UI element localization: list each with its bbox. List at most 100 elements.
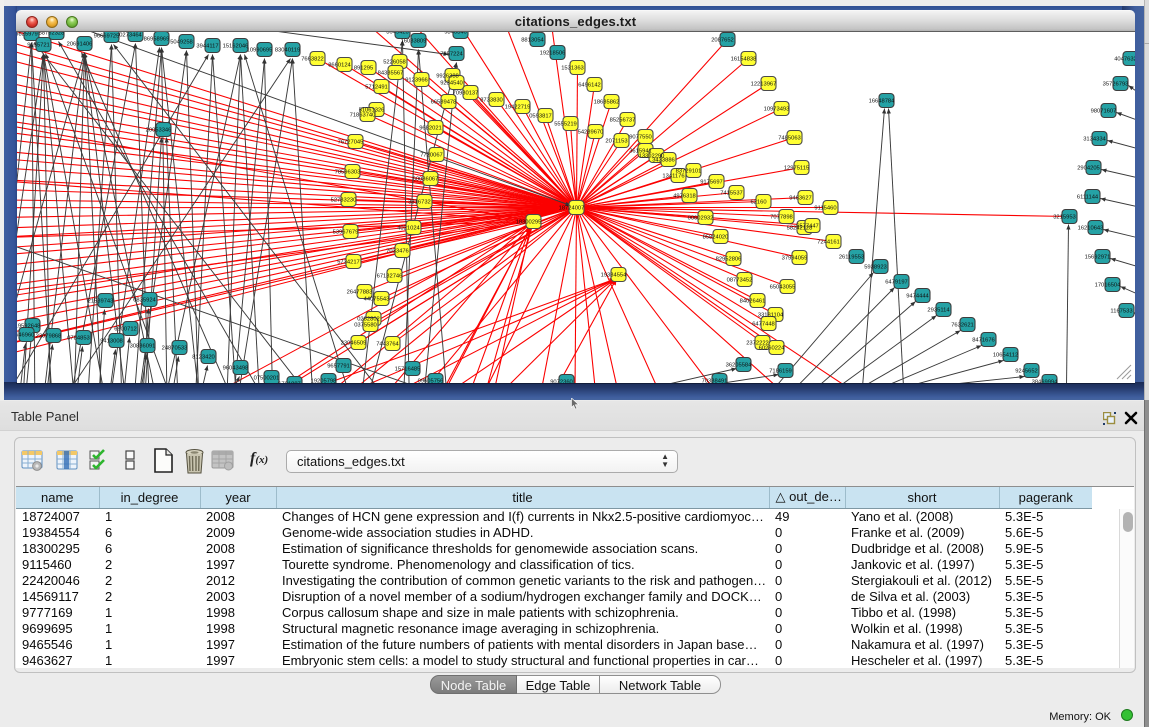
svg-text:19205798: 19205798 xyxy=(310,378,336,382)
svg-text:35726793: 35726793 xyxy=(1102,81,1128,87)
svg-text:8660124: 8660124 xyxy=(328,62,351,68)
svg-text:18724007: 18724007 xyxy=(558,205,584,211)
svg-text:23079868: 23079868 xyxy=(35,333,61,339)
svg-text:8813054: 8813054 xyxy=(521,37,544,43)
svg-text:10973493: 10973493 xyxy=(763,106,789,112)
svg-text:26477883: 26477883 xyxy=(346,289,372,295)
svg-text:0835924: 0835924 xyxy=(133,297,156,303)
svg-text:5734217: 5734217 xyxy=(337,259,360,265)
svg-text:53967679: 53967679 xyxy=(332,229,358,235)
svg-text:9657791: 9657791 xyxy=(327,363,350,369)
svg-text:09605756: 09605756 xyxy=(417,378,443,382)
svg-text:0273464: 0273464 xyxy=(119,32,142,38)
svg-text:4976318: 4976318 xyxy=(673,193,696,199)
svg-text:15716485: 15716485 xyxy=(394,366,420,372)
svg-text:6900712: 6900712 xyxy=(114,326,137,332)
svg-text:2904205: 2904205 xyxy=(1077,165,1100,171)
svg-text:67132746: 67132746 xyxy=(376,273,402,279)
svg-text:7485063: 7485063 xyxy=(778,135,801,141)
svg-text:9123966: 9123966 xyxy=(405,77,428,83)
svg-text:36205584: 36205584 xyxy=(725,362,752,368)
svg-text:19422719: 19422719 xyxy=(504,104,530,110)
svg-text:2087652: 2087652 xyxy=(711,37,734,43)
svg-text:20691406: 20691406 xyxy=(66,41,92,47)
svg-text:24870533: 24870533 xyxy=(161,345,187,351)
svg-text:26119553: 26119553 xyxy=(838,254,863,260)
svg-text:1167533: 1167533 xyxy=(1110,308,1132,314)
svg-text:76727045: 76727045 xyxy=(337,139,363,145)
svg-text:4047632: 4047632 xyxy=(1114,56,1135,62)
svg-text:33181104: 33181104 xyxy=(757,312,783,318)
svg-text:9846346: 9846346 xyxy=(444,32,467,36)
svg-text:38469994: 38469994 xyxy=(1031,379,1058,382)
svg-text:2071153: 2071153 xyxy=(605,138,627,144)
svg-text:84026461: 84026461 xyxy=(739,298,765,304)
svg-text:9926388: 9926388 xyxy=(436,73,459,79)
svg-text:8733830: 8733830 xyxy=(480,97,503,103)
svg-text:9175697: 9175697 xyxy=(700,179,723,185)
svg-text:7033476: 7033476 xyxy=(386,248,409,254)
svg-text:98071607: 98071607 xyxy=(1090,108,1116,114)
svg-text:6479197: 6479197 xyxy=(885,279,908,285)
svg-text:8471676: 8471676 xyxy=(972,337,995,343)
svg-text:5712491: 5712491 xyxy=(365,84,388,90)
svg-text:16154838: 16154838 xyxy=(730,56,756,62)
svg-text:9072360: 9072360 xyxy=(550,379,573,382)
svg-text:16033809: 16033809 xyxy=(400,38,426,44)
svg-text:3433886: 3433886 xyxy=(652,157,675,163)
svg-text:7632621: 7632621 xyxy=(951,322,974,328)
svg-text:0593817: 0593817 xyxy=(529,113,552,119)
svg-text:96669725: 96669725 xyxy=(93,33,119,39)
svg-text:08773452: 08773452 xyxy=(726,277,752,283)
svg-text:85256737: 85256737 xyxy=(609,117,635,123)
svg-text:9234540: 9234540 xyxy=(440,80,463,86)
svg-text:18300295: 18300295 xyxy=(515,219,541,225)
svg-text:9245652: 9245652 xyxy=(1015,368,1038,374)
svg-text:7443764: 7443764 xyxy=(376,341,399,347)
svg-text:19384554: 19384554 xyxy=(600,272,627,278)
svg-text:7720067: 7720067 xyxy=(420,152,443,158)
svg-text:23046509: 23046509 xyxy=(340,340,366,346)
svg-text:65043055: 65043055 xyxy=(769,284,795,290)
svg-text:96043498: 96043498 xyxy=(222,365,248,371)
svg-text:15162046: 15162046 xyxy=(222,43,248,49)
svg-text:891295: 891295 xyxy=(353,65,372,71)
svg-text:78596303: 78596303 xyxy=(334,169,360,175)
svg-text:19592648: 19592648 xyxy=(17,323,40,329)
svg-text:71863740: 71863740 xyxy=(349,112,375,118)
svg-text:5226058: 5226058 xyxy=(383,59,406,65)
svg-text:9474444: 9474444 xyxy=(906,293,929,299)
svg-text:4021024: 4021024 xyxy=(397,225,420,231)
svg-text:17016504: 17016504 xyxy=(1094,282,1121,288)
svg-text:21539743: 21539743 xyxy=(87,298,113,304)
svg-text:86958969: 86958969 xyxy=(143,36,169,42)
svg-text:9463627: 9463627 xyxy=(789,195,812,201)
svg-text:70338491: 70338491 xyxy=(701,378,727,382)
svg-text:3944117: 3944117 xyxy=(196,43,218,49)
svg-text:82952806: 82952806 xyxy=(715,256,741,262)
svg-text:9077550: 9077550 xyxy=(629,134,652,140)
svg-text:84385567: 84385567 xyxy=(377,70,403,76)
svg-text:66589478: 66589478 xyxy=(430,99,456,105)
svg-text:9055721: 9055721 xyxy=(27,42,50,48)
svg-text:37994059: 37994059 xyxy=(781,255,807,261)
svg-text:3316732: 3316732 xyxy=(408,199,431,205)
svg-text:3649420: 3649420 xyxy=(386,32,409,36)
svg-text:7663822: 7663822 xyxy=(301,56,324,62)
svg-text:8123420: 8123420 xyxy=(192,354,215,360)
svg-text:7244161: 7244161 xyxy=(817,239,840,245)
svg-text:5049258: 5049258 xyxy=(170,39,193,45)
svg-text:16210643: 16210643 xyxy=(1077,225,1103,231)
svg-text:70930137: 70930137 xyxy=(452,90,478,96)
svg-text:0375580: 0375580 xyxy=(354,322,377,328)
svg-text:75646960: 75646960 xyxy=(17,332,34,338)
svg-text:9825979: 9825979 xyxy=(17,32,38,38)
svg-text:12213967: 12213967 xyxy=(750,81,776,87)
svg-text:12975115: 12975115 xyxy=(783,165,808,171)
svg-text:1531363: 1531363 xyxy=(561,65,584,71)
svg-text:15692971: 15692971 xyxy=(1084,254,1110,260)
svg-text:18685862: 18685862 xyxy=(593,99,619,105)
svg-text:1341176: 1341176 xyxy=(662,173,684,179)
svg-text:6496142: 6496142 xyxy=(578,82,601,88)
svg-text:88762328: 88762328 xyxy=(38,32,64,37)
